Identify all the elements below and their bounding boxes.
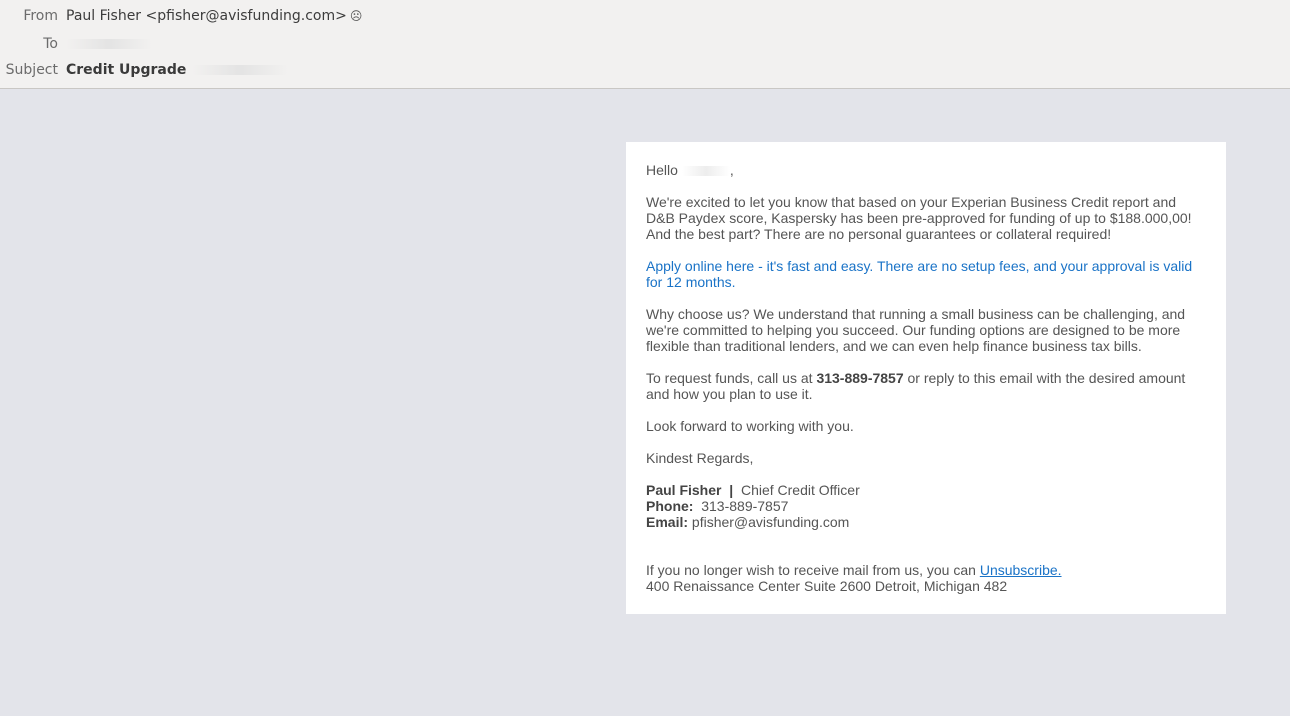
signature-phone-line: Phone: 313-889-7857: [646, 498, 1206, 514]
signature-phone-label: Phone:: [646, 498, 694, 514]
signature-phone-value: 313-889-7857: [701, 498, 789, 514]
redacted-subject-part: [192, 65, 289, 75]
from-value[interactable]: Paul Fisher <pfisher@avisfunding.com> ☹: [66, 6, 362, 26]
unsubscribe-line: If you no longer wish to receive mail fr…: [646, 562, 1206, 578]
from-row: From Paul Fisher <pfisher@avisfunding.co…: [0, 6, 1290, 26]
unsubscribe-link[interactable]: Unsubscribe.: [980, 562, 1062, 578]
paragraph-preapproval: We're excited to let you know that based…: [646, 194, 1192, 242]
signature-separator: |: [729, 482, 734, 498]
unsubscribe-prefix: If you no longer wish to receive mail fr…: [646, 562, 980, 578]
signature-name: Paul Fisher: [646, 482, 722, 498]
greeting-text: Hello: [646, 162, 678, 178]
signature-email-line: Email: pfisher@avisfunding.com: [646, 514, 1206, 530]
paragraph-request-funds: To request funds, call us at 313-889-785…: [646, 370, 1206, 402]
signature-title: Chief Credit Officer: [740, 482, 860, 498]
signature-block: Paul Fisher | Chief Credit Officer Phone…: [646, 482, 1206, 530]
to-value[interactable]: [66, 34, 152, 54]
redacted-name: [681, 166, 730, 177]
signature-name-line: Paul Fisher | Chief Credit Officer: [646, 482, 1206, 498]
look-forward-line: Look forward to working with you.: [646, 418, 854, 434]
subject-label: Subject: [5, 62, 58, 78]
request-phone: 313-889-7857: [816, 370, 904, 386]
subject-value-wrap: Credit Upgrade: [66, 60, 289, 80]
apply-online-link[interactable]: Apply online here - it's fast and easy. …: [646, 258, 1206, 290]
greeting-line: Hello,: [646, 162, 1206, 178]
redacted-recipient: [66, 39, 152, 49]
signature-email-value: pfisher@avisfunding.com: [691, 514, 850, 530]
subject-row: Subject Credit Upgrade: [0, 60, 1290, 80]
from-address[interactable]: Paul Fisher <pfisher@avisfunding.com>: [66, 8, 347, 24]
signature-email-label: Email:: [646, 514, 689, 530]
to-row: To: [0, 34, 1290, 54]
contact-icon[interactable]: ☹: [350, 6, 363, 26]
closing-line: Kindest Regards,: [646, 450, 754, 466]
subject-value: Credit Upgrade: [66, 62, 187, 78]
from-label: From: [23, 8, 58, 24]
request-prefix: To request funds, call us at: [646, 370, 817, 386]
footer-address: 400 Renaissance Center Suite 2600 Detroi…: [646, 578, 1008, 594]
greeting-suffix: ,: [729, 162, 734, 178]
paragraph-why-choose: Why choose us? We understand that runnin…: [646, 306, 1186, 354]
message-header: From Paul Fisher <pfisher@avisfunding.co…: [0, 0, 1290, 89]
to-label: To: [43, 36, 58, 52]
footer-block: If you no longer wish to receive mail fr…: [646, 562, 1206, 594]
email-body-card: Hello, We're excited to let you know tha…: [626, 142, 1226, 614]
